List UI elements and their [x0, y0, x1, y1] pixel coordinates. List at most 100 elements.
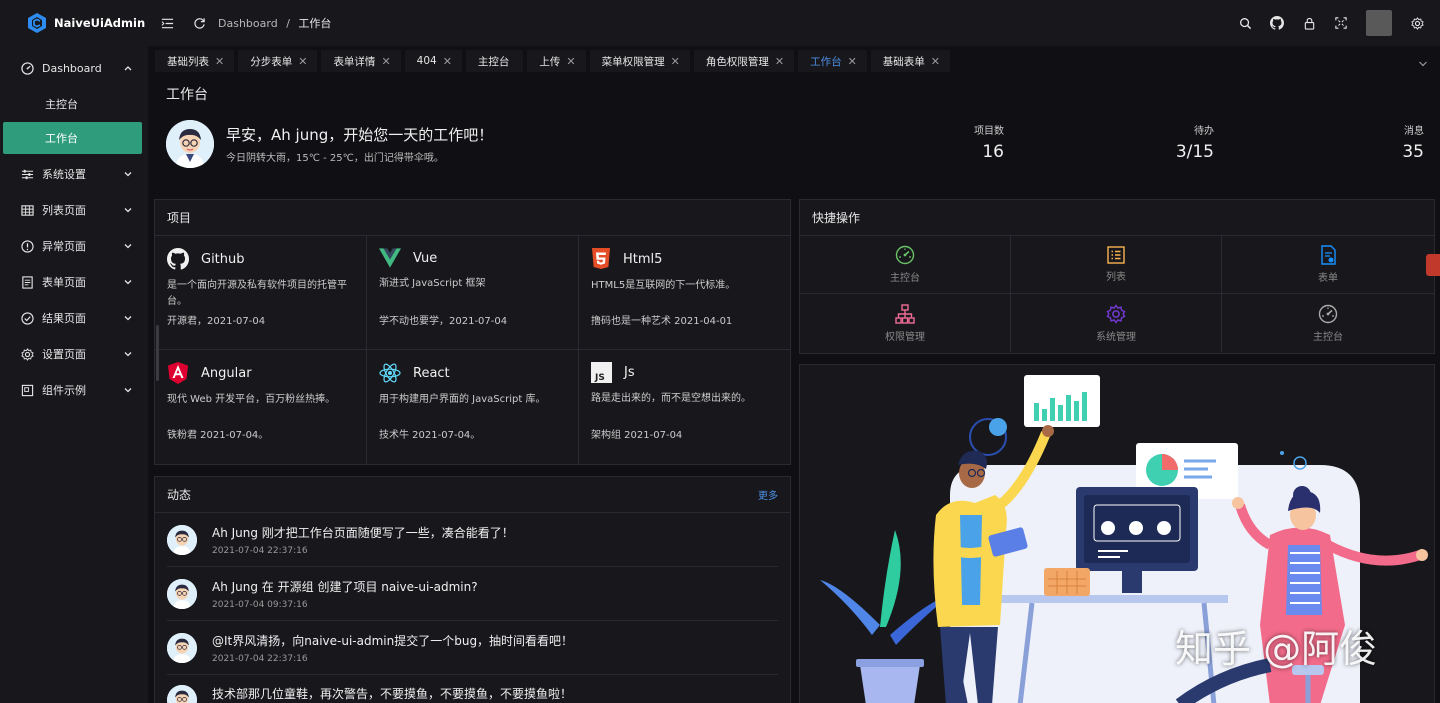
stat-projects: 项目数 16	[974, 122, 1004, 162]
close-icon[interactable]: ✕	[566, 55, 575, 68]
avatar	[167, 632, 197, 663]
project-card[interactable]: Angular 现代 Web 开发平台，百万粉丝热捧。 铁粉君 2021-07-…	[155, 350, 367, 464]
user-avatar	[166, 120, 214, 168]
avatar	[167, 578, 197, 609]
avatar	[167, 685, 197, 703]
close-icon[interactable]: ✕	[215, 55, 224, 68]
refresh-icon[interactable]	[192, 16, 206, 30]
form-icon	[20, 275, 34, 289]
activity-time: 2021-07-04 22:37:16	[212, 653, 308, 664]
tab-404[interactable]: 404 ✕	[404, 50, 462, 72]
close-icon[interactable]: ✕	[775, 55, 784, 68]
chevron-down-icon	[123, 313, 133, 326]
stat-value: 3/15	[1175, 142, 1214, 162]
quick-action-label: 主控台	[1313, 331, 1343, 343]
activity-item[interactable]: 技术部那几位童鞋，再次警告，不要摸鱼，不要摸鱼，不要摸鱼啦！	[167, 675, 778, 703]
search-icon[interactable]	[1238, 16, 1252, 30]
activity-item[interactable]: Ah Jung 刚才把工作台页面随便写了一些，凑合能看了！ 2021-07-04…	[167, 513, 778, 567]
close-icon[interactable]: ✕	[931, 55, 940, 68]
project-card[interactable]: React 用于构建用户界面的 JavaScript 库。 技术牛 2021-0…	[367, 350, 579, 464]
card-header: 项目	[155, 200, 790, 236]
project-card[interactable]: Vue 渐进式 JavaScript 框架 学不动也要学，2021-07-04	[367, 236, 579, 350]
sidebar-item-label: 组件示例	[42, 384, 86, 397]
quick-action-console-2[interactable]: 主控台	[1222, 294, 1434, 352]
sidebar-subitem-console[interactable]: 主控台	[0, 86, 148, 122]
tab-console[interactable]: 主控台	[465, 50, 524, 72]
activity-text: Ah Jung 在 开源组 创建了项目 naive-ui-admin?	[212, 579, 478, 594]
tab-menu-permission[interactable]: 菜单权限管理 ✕	[589, 50, 690, 72]
page-title: 工作台	[166, 87, 208, 103]
quick-action-permission[interactable]: 权限管理	[800, 294, 1011, 352]
card-header: 快捷操作	[800, 200, 1434, 236]
github-icon[interactable]	[1270, 16, 1284, 30]
sidebar-item-list-pages[interactable]: 列表页面	[0, 192, 148, 228]
logo[interactable]: NaiveUiAdmin	[0, 0, 148, 46]
project-footer: 撸码也是一种艺术 2021-04-01	[591, 316, 733, 327]
close-icon[interactable]: ✕	[671, 55, 680, 68]
quick-action-console[interactable]: 主控台	[800, 236, 1011, 294]
tab-role-permission[interactable]: 角色权限管理 ✕	[693, 50, 795, 72]
sidebar-item-dashboard[interactable]: Dashboard	[0, 50, 148, 86]
tab-step-form[interactable]: 分步表单 ✕	[238, 50, 318, 72]
breadcrumb-root[interactable]: Dashboard	[218, 17, 278, 30]
tab-upload[interactable]: 上传 ✕	[527, 50, 586, 72]
fullscreen-icon[interactable]	[1334, 16, 1348, 30]
sidebar-item-form-pages[interactable]: 表单页面	[0, 264, 148, 300]
sidebar-item-result-pages[interactable]: 结果页面	[0, 300, 148, 336]
close-icon[interactable]: ✕	[298, 55, 307, 68]
close-icon[interactable]: ✕	[848, 55, 857, 68]
app-title: NaiveUiAdmin	[54, 16, 146, 30]
quick-action-label: 列表	[1106, 272, 1126, 283]
card-title: 快捷操作	[812, 211, 861, 225]
project-name: Html5	[623, 251, 663, 267]
project-card[interactable]: JS Js 路是走出来的，而不是空想出来的。 架构组 2021-07-04	[579, 350, 790, 464]
quick-action-form[interactable]: 表单	[1222, 236, 1434, 294]
chevron-down-icon	[123, 277, 133, 290]
feedback-tab[interactable]	[1426, 254, 1440, 276]
greeting-text: 早安，Ah jung，开始您一天的工作吧！	[226, 126, 494, 144]
chevron-up-icon	[123, 63, 133, 76]
scrollbar-thumb[interactable]	[156, 325, 159, 381]
quick-action-list[interactable]: 列表	[1011, 236, 1222, 294]
lock-icon[interactable]	[1302, 16, 1316, 30]
welcome-block: 早安，Ah jung，开始您一天的工作吧！ 今日阴转大雨，15℃ - 25℃，出…	[166, 120, 493, 168]
activity-item[interactable]: @It界风清扬，向naive-ui-admin提交了一个bug，抽时间看看吧！ …	[167, 621, 778, 675]
project-desc: 渐进式 JavaScript 框架	[379, 278, 486, 289]
tab-label: 菜单权限管理	[601, 55, 665, 68]
tab-workplace[interactable]: 工作台 ✕	[798, 50, 867, 72]
menu-fold-icon[interactable]	[160, 16, 174, 30]
avatar[interactable]	[1366, 10, 1392, 36]
close-icon[interactable]: ✕	[443, 55, 452, 68]
quick-action-label: 权限管理	[885, 331, 925, 343]
tab-label: 主控台	[477, 55, 510, 68]
quick-action-system[interactable]: 系统管理	[1011, 294, 1222, 352]
project-name: Js	[624, 365, 635, 380]
sidebar-subitem-workplace[interactable]: 工作台	[3, 122, 142, 154]
close-icon[interactable]: ✕	[381, 55, 390, 68]
tab-label: 表单详情	[333, 55, 376, 68]
project-footer: 架构组 2021-07-04	[591, 430, 683, 441]
gear-icon[interactable]	[1410, 16, 1424, 30]
gear-icon	[20, 347, 34, 361]
quick-action-label: 表单	[1318, 273, 1338, 284]
tabs-dropdown-icon[interactable]	[1418, 58, 1428, 72]
project-card[interactable]: Github 是一个面向开源及私有软件项目的托管平台。 开源君，2021-07-…	[155, 236, 367, 350]
tab-basic-form[interactable]: 基础表单 ✕	[870, 50, 951, 72]
tab-basic-list[interactable]: 基础列表 ✕	[155, 50, 235, 72]
activity-item[interactable]: Ah Jung 在 开源组 创建了项目 naive-ui-admin? 2021…	[167, 567, 778, 621]
tab-bar: 基础列表 ✕ 分步表单 ✕ 表单详情 ✕ 404 ✕ 主控台 上传 ✕ 菜单权限管理 ✕ 角…	[155, 50, 1440, 72]
weather-text: 今日阴转大雨，15℃ - 25℃，出门记得带伞哦。	[226, 153, 444, 164]
sidebar-item-label: 异常页面	[42, 240, 86, 253]
tab-form-detail[interactable]: 表单详情 ✕	[321, 50, 401, 72]
project-card[interactable]: Html5 HTML5是互联网的下一代标准。 撸码也是一种艺术 2021-04-…	[579, 236, 790, 350]
project-footer: 开源君，2021-07-04	[167, 316, 266, 327]
more-link[interactable]: 更多	[758, 487, 778, 502]
chevron-down-icon	[123, 385, 133, 398]
sidebar-item-exception-pages[interactable]: 异常页面	[0, 228, 148, 264]
activity-text: 技术部那几位童鞋，再次警告，不要摸鱼，不要摸鱼，不要摸鱼啦！	[212, 687, 573, 701]
sidebar-item-system-settings[interactable]: 系统设置	[0, 156, 148, 192]
breadcrumb: Dashboard / 工作台	[218, 15, 331, 31]
sidebar-item-components[interactable]: 组件示例	[0, 372, 148, 408]
sidebar-item-label: Dashboard	[42, 61, 102, 75]
sidebar-item-setting-pages[interactable]: 设置页面	[0, 336, 148, 372]
